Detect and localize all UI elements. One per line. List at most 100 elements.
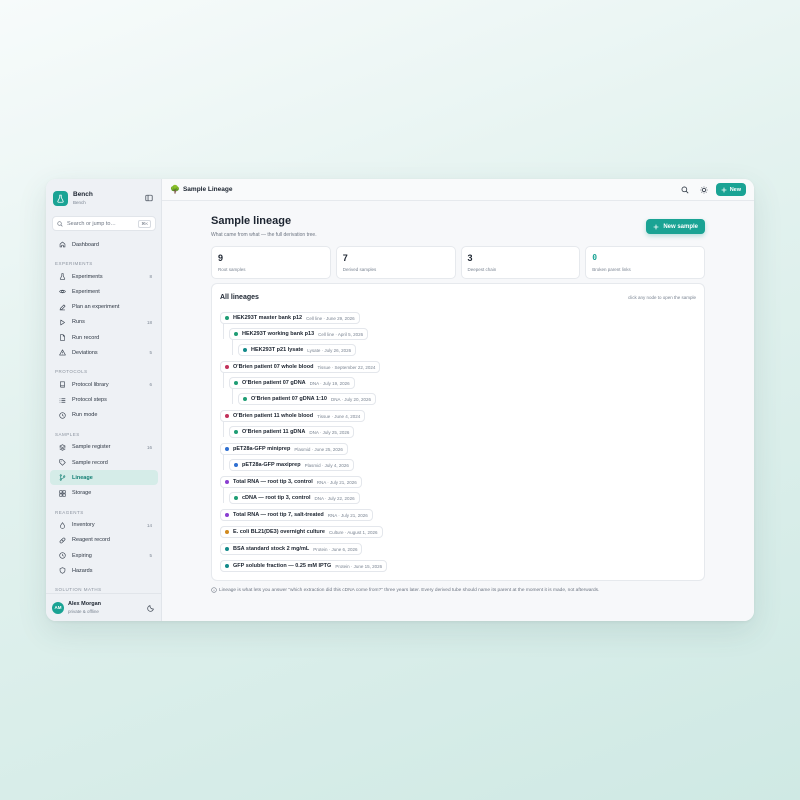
node-name: O'Brien patient 11 gDNA <box>242 429 306 435</box>
list-icon <box>59 397 66 404</box>
sidebar-item-expiring[interactable]: Expiring 5 <box>50 548 158 563</box>
search-icon[interactable] <box>678 183 692 197</box>
node-name: O'Brien patient 07 gDNA 1:10 <box>251 396 327 402</box>
user-profile[interactable]: AM Alex Morgan private & offline <box>46 593 161 621</box>
page-title: Sample lineage <box>211 215 292 227</box>
lineages-title: All lineages <box>220 293 259 301</box>
sample-type-dot <box>225 447 229 451</box>
sample-type-dot <box>234 496 238 500</box>
lineage-row: Total RNA — root tip 3, control RNA · Jul… <box>220 474 696 490</box>
lineage-row: HEK293T working bank p13 Cell line · Apri… <box>220 323 696 342</box>
lineage-node[interactable]: E. coli BL21(DE3) overnight culture Cultu… <box>220 526 383 538</box>
sidebar-item-sample-record[interactable]: Sample record <box>50 455 158 470</box>
flask-icon <box>59 273 66 281</box>
node-name: O'Brien patient 07 whole blood <box>233 364 314 370</box>
new-button[interactable]: New <box>715 183 746 196</box>
new-sample-button[interactable]: New sample <box>646 219 705 234</box>
play-icon <box>59 319 66 326</box>
lineage-row: pET28a-GFP miniprep Plasmid · June 25, 20… <box>220 441 696 457</box>
sidebar-item-deviations[interactable]: Deviations 5 <box>50 345 158 360</box>
sample-type-dot <box>243 397 247 401</box>
tree-icon: 🌳 <box>170 185 180 194</box>
app-window: Bench Bench Search or jump to… ⌘K Dashbo… <box>46 179 754 621</box>
sun-icon[interactable] <box>697 183 711 197</box>
lineage-row: O'Brien patient 11 whole blood Tissue · J… <box>220 408 696 424</box>
sidebar-nav: Dashboard EXPERIMENTS Experiments 8 Expe… <box>46 237 161 593</box>
sidebar-item-dashboard[interactable]: Dashboard <box>50 237 158 252</box>
sample-type-dot <box>234 332 238 336</box>
lineage-node[interactable]: HEK293T working bank p13 Cell line · Apri… <box>229 328 369 340</box>
node-name: HEK293T working bank p13 <box>242 331 315 337</box>
node-meta: RNA · July 21, 2026 <box>327 512 368 518</box>
node-meta: Plasmid · June 25, 2026 <box>294 446 343 452</box>
plus-icon <box>653 224 659 229</box>
warning-icon <box>59 349 66 356</box>
sidebar-item-hazards[interactable]: Hazards <box>50 563 158 578</box>
sidebar-item-sample-register[interactable]: Sample register 16 <box>50 440 158 455</box>
node-name: pET28a-GFP miniprep <box>233 446 291 452</box>
sample-type-dot <box>225 365 229 369</box>
search-input[interactable]: Search or jump to… ⌘K <box>52 216 156 231</box>
sidebar-item-run-mode[interactable]: Run mode <box>50 408 158 423</box>
sidebar-item-storage[interactable]: Storage <box>50 485 158 500</box>
sidebar-toggle-icon[interactable] <box>144 193 154 203</box>
stat-derived-samples: 7 Derived samples <box>335 246 456 279</box>
node-name: GFP soluble fraction — 0.25 mM IPTG <box>233 563 332 569</box>
tree-guide-line <box>223 487 224 503</box>
droplet-icon <box>59 521 66 529</box>
sample-type-dot <box>225 480 229 484</box>
lineage-node[interactable]: O'Brien patient 11 gDNA DNA · July 25, 20… <box>229 426 355 438</box>
lineage-node[interactable]: O'Brien patient 07 gDNA 1:10 DNA · July 2… <box>238 393 377 405</box>
lineage-node[interactable]: O'Brien patient 07 whole blood Tissue · S… <box>220 361 381 373</box>
sidebar-item-inventory[interactable]: Inventory 14 <box>50 518 158 533</box>
page-content: Sample lineage What came from what — the… <box>211 215 705 593</box>
sidebar-item-reagent-record[interactable]: Reagent record <box>50 533 158 548</box>
lineage-node[interactable]: Total RNA — root tip 7, salt-treated RNA … <box>220 509 373 521</box>
file-icon <box>59 334 66 341</box>
lineage-row: HEK293T p21 lysate Lysate · July 26, 2026 <box>220 339 696 358</box>
pill-icon <box>59 537 66 544</box>
tree-guide-line <box>223 421 224 437</box>
node-name: HEK293T p21 lysate <box>251 347 304 353</box>
workspace-name: Bench <box>73 199 86 205</box>
lineage-tree: HEK293T master bank p12 Cell line · June … <box>220 310 696 574</box>
node-name: Total RNA — root tip 7, salt-treated <box>233 512 324 518</box>
home-icon <box>59 241 66 248</box>
node-meta: DNA · July 22, 2026 <box>314 495 355 501</box>
lineage-row: pET28a-GFP maxiprep Plasmid · July 4, 202… <box>220 454 696 473</box>
search-placeholder: Search or jump to… <box>67 220 116 227</box>
node-meta: Culture · August 1, 2026 <box>329 529 378 535</box>
page-subtitle: What came from what — the full derivatio… <box>211 232 317 238</box>
node-name: cDNA — root tip 3, control <box>242 495 311 501</box>
grid-icon <box>59 489 66 497</box>
lineage-node[interactable]: GFP soluble fraction — 0.25 mM IPTG Prote… <box>220 560 388 572</box>
lineage-node[interactable]: O'Brien patient 11 whole blood Tissue · J… <box>220 410 366 422</box>
sidebar-item-lineage[interactable]: Lineage <box>50 470 158 486</box>
node-meta: Protein · June 6, 2026 <box>313 546 358 552</box>
lineage-node[interactable]: cDNA — root tip 3, control DNA · July 22,… <box>229 492 360 504</box>
nav-section-samples: SAMPLES <box>55 431 80 437</box>
lineage-node[interactable]: Total RNA — root tip 3, control RNA · Jul… <box>220 476 362 488</box>
sample-type-dot <box>234 430 238 434</box>
moon-icon[interactable] <box>147 599 155 617</box>
sidebar-item-protocol-steps[interactable]: Protocol steps <box>50 393 158 408</box>
lineage-node[interactable]: O'Brien patient 07 gDNA DNA · July 19, 20… <box>229 377 355 389</box>
tree-guide-line <box>223 372 224 388</box>
eye-icon <box>59 288 66 295</box>
sidebar-item-run-record[interactable]: Run record <box>50 330 158 345</box>
lineage-node[interactable]: HEK293T master bank p12 Cell line · June … <box>220 312 360 324</box>
lineage-node[interactable]: HEK293T p21 lysate Lysate · July 26, 2026 <box>238 344 357 356</box>
lineage-node[interactable]: pET28a-GFP miniprep Plasmid · June 25, 20… <box>220 443 348 455</box>
tree-guide-line <box>223 454 224 470</box>
sidebar-item-plan-experiment[interactable]: Plan an experiment <box>50 300 158 315</box>
sidebar-item-experiment[interactable]: Experiment <box>50 284 158 299</box>
lineage-node[interactable]: BSA standard stock 2 mg/mL Protein · June… <box>220 543 363 555</box>
sample-type-dot <box>234 381 238 385</box>
main-area: 🌳 Sample Lineage New Sample lineage What… <box>162 179 754 621</box>
sidebar-item-protocol-library[interactable]: Protocol library 6 <box>50 377 158 392</box>
lineage-row: HEK293T master bank p12 Cell line · June … <box>220 310 696 326</box>
sidebar-item-runs[interactable]: Runs 18 <box>50 315 158 330</box>
lineage-row: O'Brien patient 07 whole blood Tissue · S… <box>220 359 696 375</box>
sidebar-item-experiments[interactable]: Experiments 8 <box>50 269 158 284</box>
lineage-node[interactable]: pET28a-GFP maxiprep Plasmid · July 4, 202… <box>229 459 354 471</box>
